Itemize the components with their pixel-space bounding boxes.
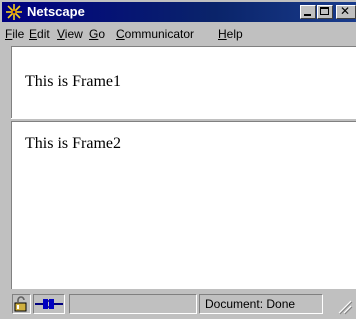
menu-label: dit [37,27,50,41]
title-bar[interactable]: Netscape [2,2,356,22]
menu-view[interactable]: View [57,27,83,41]
resize-grip-icon[interactable] [331,297,353,315]
menu-label: iew [64,27,83,41]
menu-mnemonic: H [218,27,227,41]
lock-icon [14,296,27,312]
menu-edit[interactable]: Edit [29,27,50,41]
menu-file[interactable]: File [5,27,24,41]
frame-2: This is Frame2 [11,121,356,289]
menu-help[interactable]: Help [218,27,243,41]
menu-mnemonic: V [57,27,65,41]
plug-icon [35,299,63,309]
close-button[interactable] [336,4,356,19]
security-indicator[interactable] [12,294,31,314]
netscape-star-icon [6,4,22,20]
menu-bar: File Edit View Go Communicator Help [0,24,356,44]
frame2-text: This is Frame2 [25,135,121,152]
menu-label: o [98,27,106,41]
menu-go[interactable]: Go [89,27,105,41]
window-title: Netscape [27,4,85,19]
progress-bar [69,294,197,314]
browser-window: Netscape File Edit View Go Communicator … [0,0,356,319]
status-bar: Document: Done [11,289,356,319]
menu-label: elp [226,27,243,41]
status-text: Document: Done [199,294,323,314]
maximize-button[interactable] [317,5,333,19]
frame1-text: This is Frame1 [25,73,121,90]
menu-mnemonic: G [89,27,99,41]
menu-mnemonic: E [29,27,38,41]
frame-1: This is Frame1 [11,46,356,118]
minimize-button[interactable] [300,5,316,19]
connection-indicator[interactable] [33,294,65,314]
menu-label: ile [12,27,25,41]
menu-communicator[interactable]: Communicator [116,27,194,41]
menu-label: ommunicator [124,27,195,41]
menu-mnemonic: C [116,27,125,41]
